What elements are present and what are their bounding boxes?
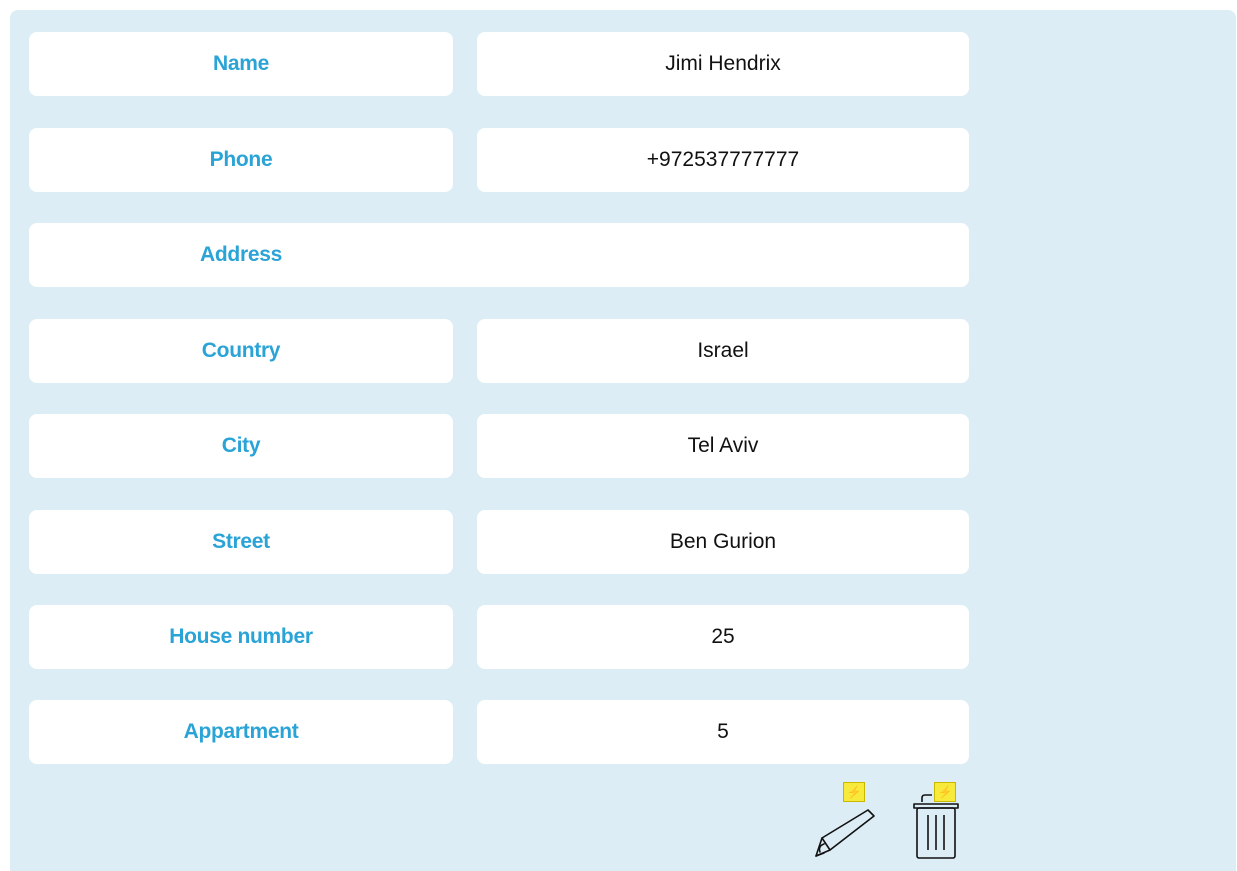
address-label: Address [200, 243, 282, 266]
contact-details-panel: Name Jimi Hendrix Phone +972537777777 Ad… [10, 10, 1236, 871]
country-value: Israel [477, 319, 969, 383]
lightning-icon: ⚡ [934, 782, 956, 802]
phone-label: Phone [29, 128, 453, 192]
lightning-icon: ⚡ [843, 782, 865, 802]
appartment-label: Appartment [29, 700, 453, 764]
name-label: Name [29, 32, 453, 96]
country-label: Country [29, 319, 453, 383]
house-number-label: House number [29, 605, 453, 669]
edit-button[interactable]: ⚡ [808, 780, 878, 860]
street-label: Street [29, 510, 453, 574]
address-header: Address [29, 223, 969, 287]
street-value: Ben Gurion [477, 510, 969, 574]
phone-value: +972537777777 [477, 128, 969, 192]
city-label: City [29, 414, 453, 478]
delete-button[interactable]: ⚡ [906, 780, 966, 862]
house-number-value: 25 [477, 605, 969, 669]
city-value: Tel Aviv [477, 414, 969, 478]
appartment-value: 5 [477, 700, 969, 764]
name-value: Jimi Hendrix [477, 32, 969, 96]
